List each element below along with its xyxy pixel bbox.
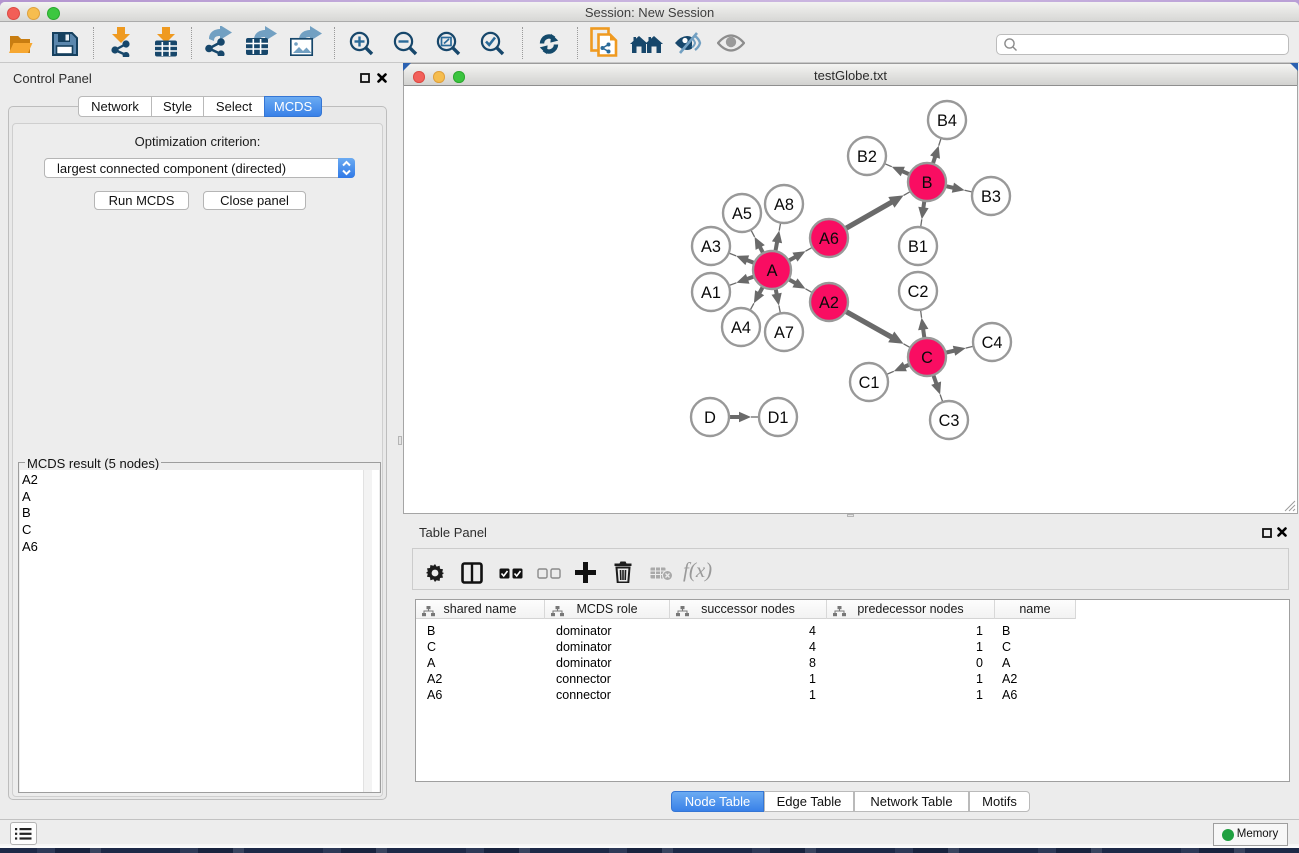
svg-text:A6: A6 bbox=[819, 230, 839, 248]
svg-text:B2: B2 bbox=[857, 148, 877, 166]
svg-text:C2: C2 bbox=[908, 283, 929, 301]
svg-text:D1: D1 bbox=[768, 409, 789, 427]
svg-text:B1: B1 bbox=[908, 238, 928, 256]
svg-text:B3: B3 bbox=[981, 188, 1001, 206]
svg-text:A1: A1 bbox=[701, 284, 721, 302]
svg-text:B: B bbox=[922, 174, 933, 192]
svg-text:B4: B4 bbox=[937, 112, 957, 130]
svg-text:A4: A4 bbox=[731, 319, 751, 337]
svg-text:C3: C3 bbox=[939, 412, 960, 430]
svg-text:C1: C1 bbox=[859, 374, 880, 392]
svg-text:C4: C4 bbox=[982, 334, 1003, 352]
svg-text:A3: A3 bbox=[701, 238, 721, 256]
svg-text:A5: A5 bbox=[732, 205, 752, 223]
svg-text:C: C bbox=[921, 349, 933, 367]
svg-text:A: A bbox=[767, 262, 778, 280]
svg-text:A7: A7 bbox=[774, 324, 794, 342]
svg-text:D: D bbox=[704, 409, 716, 427]
svg-text:A8: A8 bbox=[774, 196, 794, 214]
svg-text:A2: A2 bbox=[819, 294, 839, 312]
